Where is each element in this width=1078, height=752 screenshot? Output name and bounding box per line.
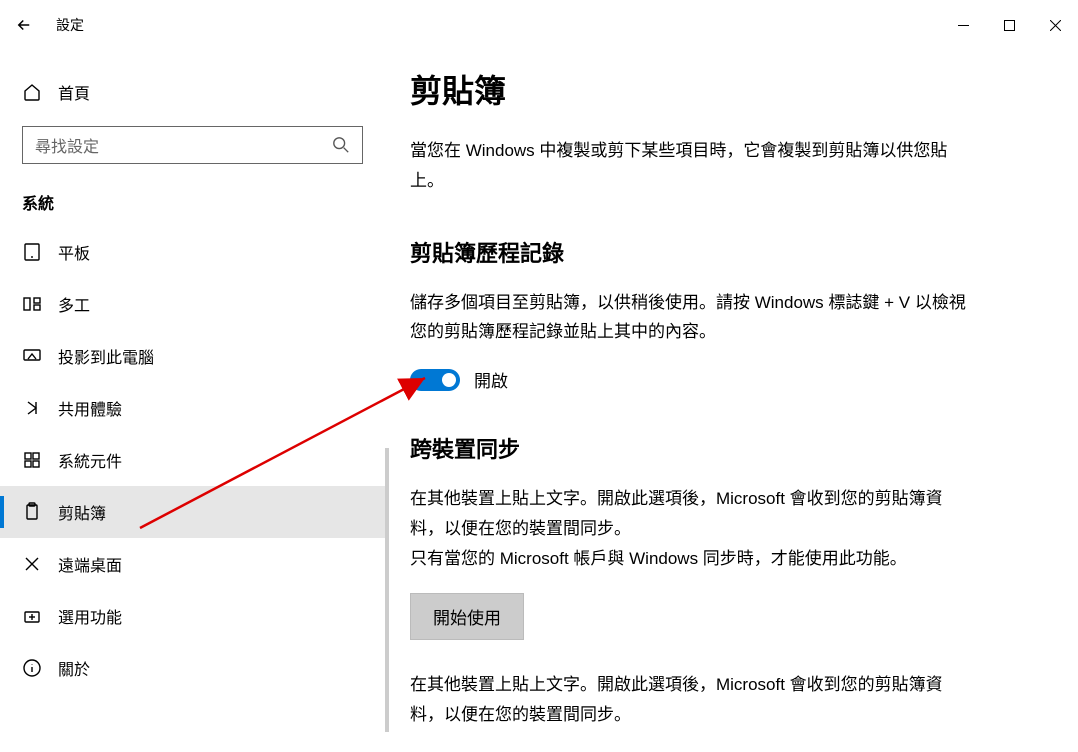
- sidebar-item-about[interactable]: 關於: [0, 642, 385, 694]
- shared-icon: [22, 398, 42, 418]
- multitask-icon: [22, 294, 42, 314]
- project-icon: [22, 346, 42, 366]
- window-controls: [940, 10, 1078, 40]
- sync-start-button[interactable]: 開始使用: [410, 593, 524, 640]
- sidebar: 首頁 尋找設定 系統 平板 多工 投影到此電腦 共用體驗: [0, 66, 385, 752]
- sidebar-item-components[interactable]: 系統元件: [0, 434, 385, 486]
- back-button[interactable]: [0, 5, 48, 45]
- sync-desc-3: 在其他裝置上貼上文字。開啟此選項後，Microsoft 會收到您的剪貼簿資料，以…: [410, 670, 970, 730]
- sidebar-item-label: 多工: [58, 292, 90, 316]
- app-title: 設定: [56, 15, 84, 35]
- back-arrow-icon: [15, 16, 33, 34]
- sidebar-item-label: 遠端桌面: [58, 552, 122, 576]
- sidebar-item-label: 系統元件: [58, 448, 122, 472]
- sidebar-item-label: 剪貼簿: [58, 500, 106, 524]
- sidebar-item-shared[interactable]: 共用體驗: [0, 382, 385, 434]
- remote-icon: [22, 554, 42, 574]
- sidebar-item-optional[interactable]: 選用功能: [0, 590, 385, 642]
- sync-section-title: 跨裝置同步: [410, 432, 1048, 464]
- sidebar-item-project[interactable]: 投影到此電腦: [0, 330, 385, 382]
- sidebar-item-label: 投影到此電腦: [58, 344, 154, 368]
- search-container: 尋找設定: [0, 126, 385, 164]
- sync-desc-1: 在其他裝置上貼上文字。開啟此選項後，Microsoft 會收到您的剪貼簿資料，以…: [410, 484, 970, 544]
- home-icon: [22, 82, 42, 102]
- intro-text: 當您在 Windows 中複製或剪下某些項目時，它會複製到剪貼簿以供您貼上。: [410, 136, 970, 196]
- close-button[interactable]: [1032, 10, 1078, 40]
- sidebar-item-tablet[interactable]: 平板: [0, 226, 385, 278]
- clipboard-icon: [22, 502, 42, 522]
- maximize-button[interactable]: [986, 10, 1032, 40]
- sidebar-item-label: 平板: [58, 240, 90, 264]
- sidebar-home[interactable]: 首頁: [0, 66, 385, 118]
- toggle-label: 開啟: [474, 367, 508, 392]
- toggle-knob: [442, 373, 456, 387]
- titlebar: 設定: [0, 0, 1078, 50]
- sidebar-item-multitask[interactable]: 多工: [0, 278, 385, 330]
- components-icon: [22, 450, 42, 470]
- sidebar-item-remote[interactable]: 遠端桌面: [0, 538, 385, 590]
- search-icon: [332, 136, 350, 154]
- sidebar-scrollbar[interactable]: [385, 448, 389, 732]
- content-area: 剪貼簿 當您在 Windows 中複製或剪下某些項目時，它會複製到剪貼簿以供您貼…: [410, 66, 1048, 752]
- sidebar-item-label: 關於: [58, 656, 90, 680]
- history-desc: 儲存多個項目至剪貼簿，以供稍後使用。請按 Windows 標誌鍵 + V 以檢視…: [410, 288, 970, 348]
- about-icon: [22, 658, 42, 678]
- history-toggle-row: 開啟: [410, 367, 1048, 392]
- maximize-icon: [1004, 20, 1015, 31]
- sidebar-home-label: 首頁: [58, 80, 90, 104]
- tablet-icon: [22, 242, 42, 262]
- sidebar-item-clipboard[interactable]: 剪貼簿: [0, 486, 385, 538]
- sidebar-item-label: 共用體驗: [58, 396, 122, 420]
- page-title: 剪貼簿: [410, 66, 1048, 112]
- history-section-title: 剪貼簿歷程記錄: [410, 236, 1048, 268]
- minimize-button[interactable]: [940, 10, 986, 40]
- optional-icon: [22, 606, 42, 626]
- sync-desc-2: 只有當您的 Microsoft 帳戶與 Windows 同步時，才能使用此功能。: [410, 544, 970, 574]
- sidebar-item-label: 選用功能: [58, 604, 122, 628]
- search-placeholder: 尋找設定: [35, 133, 332, 157]
- search-input[interactable]: 尋找設定: [22, 126, 363, 164]
- minimize-icon: [958, 20, 969, 31]
- close-icon: [1050, 20, 1061, 31]
- history-toggle[interactable]: [410, 369, 460, 391]
- sidebar-section-label: 系統: [0, 182, 385, 226]
